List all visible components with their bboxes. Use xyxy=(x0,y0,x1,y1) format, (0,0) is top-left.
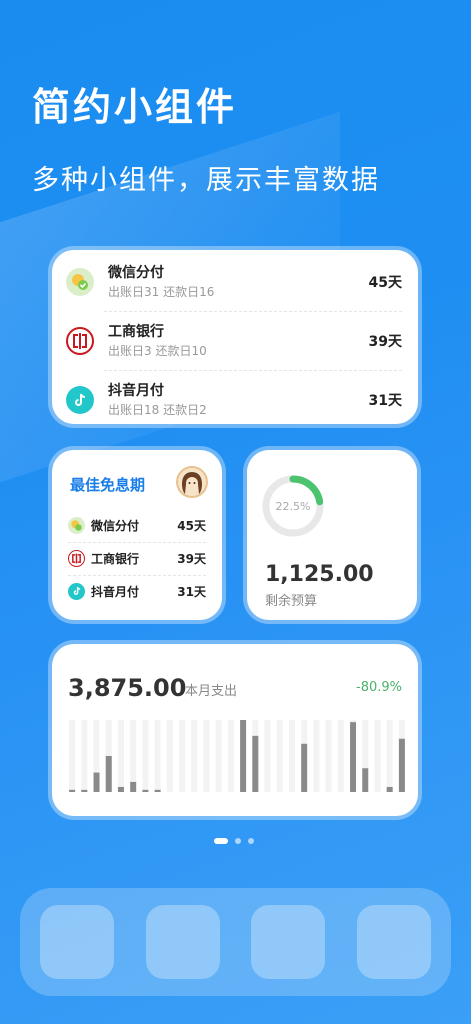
bar-track xyxy=(313,720,320,792)
free-days: 31天 xyxy=(368,393,402,409)
icbc-bank-icon xyxy=(66,327,94,355)
bar-track xyxy=(386,720,393,792)
bar-track xyxy=(179,720,186,792)
page-indicator[interactable] xyxy=(214,838,254,844)
budget-label: 剩余预算 xyxy=(265,594,318,609)
divider xyxy=(68,542,206,543)
budget-widget[interactable]: 22.5% 1,125.00 剩余预算 xyxy=(243,446,421,624)
bar-track xyxy=(325,720,332,792)
bar-track xyxy=(154,720,161,792)
dock-app-slot[interactable] xyxy=(251,905,326,979)
dock-app-slot[interactable] xyxy=(145,905,220,979)
page-title: 简约小组件 xyxy=(32,85,238,129)
free-days: 45天 xyxy=(368,275,402,291)
card-list-widget[interactable]: 微信分付 出账日31 还款日16 45天 工商银行 出账日3 还款日10 39天… xyxy=(48,246,422,428)
budget-amount: 1,125.00 xyxy=(265,562,374,587)
card-name: 抖音月付 xyxy=(108,383,164,399)
bar-track xyxy=(142,720,149,792)
bar-track xyxy=(337,720,344,792)
spend-change: -80.9% xyxy=(356,680,402,695)
spend-bar xyxy=(362,768,369,792)
page-dot[interactable] xyxy=(214,838,228,844)
card-name: 微信分付 xyxy=(108,265,164,281)
spend-amount: 3,875.00 xyxy=(68,674,187,702)
spend-bar xyxy=(398,738,405,792)
bar-track xyxy=(264,720,271,792)
page-dot[interactable] xyxy=(248,838,254,844)
spend-bar xyxy=(142,789,149,792)
widget-title: 最佳免息期 xyxy=(70,476,146,494)
daily-spend-bars xyxy=(69,720,405,792)
best-free-period-widget[interactable]: 最佳免息期 微信分付 45天 工商银行 39天 抖音月付 31天 xyxy=(48,446,226,624)
card-dates: 出账日18 还款日2 xyxy=(108,403,207,417)
list-item[interactable]: 抖音月付 出账日18 还款日2 31天 xyxy=(66,372,402,424)
card-dates: 出账日3 还款日10 xyxy=(108,344,207,358)
bar-track xyxy=(117,720,124,792)
spend-bar xyxy=(130,781,137,792)
list-item[interactable]: 微信分付 出账日31 还款日16 45天 xyxy=(66,254,402,310)
bar-track xyxy=(227,720,234,792)
free-days: 45天 xyxy=(177,518,206,533)
bar-track xyxy=(166,720,173,792)
spend-bar xyxy=(117,786,124,792)
bar-track xyxy=(81,720,88,792)
spend-bar xyxy=(252,735,259,792)
bar-track xyxy=(276,720,283,792)
bar-track xyxy=(203,720,210,792)
wechat-pay-icon xyxy=(66,268,94,296)
card-name: 工商银行 xyxy=(91,551,140,566)
list-item[interactable]: 微信分付 45天 xyxy=(68,514,206,536)
dock xyxy=(20,888,451,996)
list-item[interactable]: 抖音月付 31天 xyxy=(68,580,206,602)
bar-track xyxy=(69,720,76,792)
monthly-spend-widget[interactable]: 3,875.00 本月支出 -80.9% xyxy=(48,640,422,820)
free-days: 39天 xyxy=(368,334,402,350)
divider xyxy=(104,311,402,312)
spend-label: 本月支出 xyxy=(185,684,238,699)
bar-track xyxy=(374,720,381,792)
spend-bar xyxy=(105,756,112,792)
spend-bar xyxy=(350,722,357,792)
bar-track xyxy=(130,720,137,792)
page-dot[interactable] xyxy=(235,838,241,844)
spend-bar xyxy=(154,789,161,792)
budget-percent: 22.5% xyxy=(275,499,311,513)
douyin-pay-icon xyxy=(68,582,85,600)
wechat-pay-icon xyxy=(68,516,85,534)
card-name: 微信分付 xyxy=(91,518,140,533)
icbc-bank-icon xyxy=(68,549,85,567)
avatar xyxy=(176,466,208,498)
card-name: 工商银行 xyxy=(108,324,164,340)
free-days: 31天 xyxy=(177,584,206,599)
douyin-pay-icon xyxy=(66,386,94,414)
bar-track xyxy=(288,720,295,792)
bar-track xyxy=(215,720,222,792)
spend-bar xyxy=(93,772,100,792)
bar-track xyxy=(191,720,198,792)
card-dates: 出账日31 还款日16 xyxy=(108,285,215,299)
spend-bar xyxy=(386,786,393,792)
spend-bar xyxy=(69,789,76,792)
dock-app-slot[interactable] xyxy=(40,905,114,979)
divider xyxy=(104,370,402,371)
spend-bar xyxy=(81,789,88,792)
page-subtitle: 多种小组件，展示丰富数据 xyxy=(32,165,380,196)
spend-bar xyxy=(240,720,247,792)
free-days: 39天 xyxy=(177,551,206,566)
card-name: 抖音月付 xyxy=(91,584,140,599)
divider xyxy=(68,575,206,576)
list-item[interactable]: 工商银行 出账日3 还款日10 39天 xyxy=(66,313,402,369)
dock-app-slot[interactable] xyxy=(356,905,431,979)
spend-bar xyxy=(301,743,308,792)
list-item[interactable]: 工商银行 39天 xyxy=(68,547,206,569)
